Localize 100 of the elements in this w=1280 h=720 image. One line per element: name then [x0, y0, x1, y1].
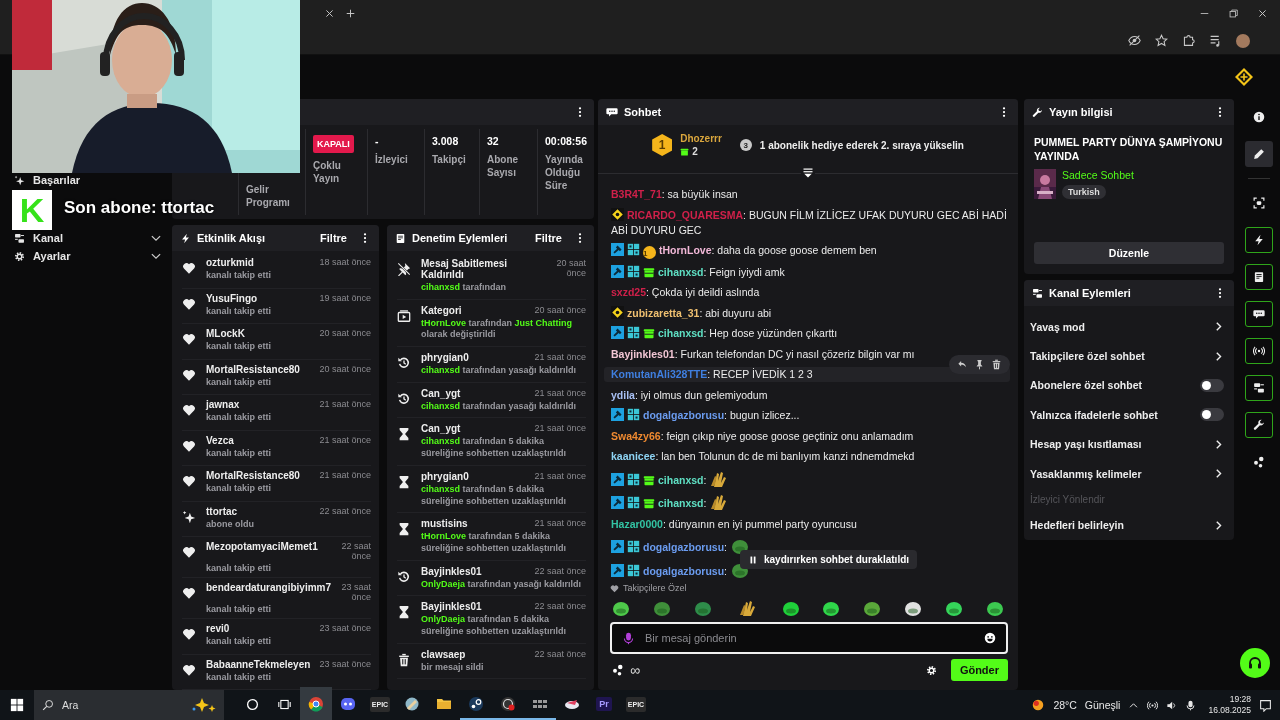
settings-row[interactable]: Hedefleri belirleyin [1030, 510, 1224, 540]
username-link[interactable]: OnlyDaeja [421, 614, 466, 625]
note-button[interactable] [1245, 264, 1273, 290]
taskbar-app[interactable]: Pr [588, 690, 620, 720]
chat-message[interactable]: RICARDO_QUARESMA: BUGUN FİLM İZLİCEZ UFAK DUYURU GEC ABİ HADİ ABİ DUYURU GEC [610, 207, 1008, 238]
collapse-icon[interactable] [801, 167, 815, 179]
username: jawnax [206, 399, 240, 410]
category-link[interactable]: Sadece Sohbet [1062, 169, 1134, 182]
reply-button[interactable] [957, 359, 968, 370]
delete-button[interactable] [991, 359, 1002, 370]
channel-button[interactable] [1245, 375, 1273, 401]
chat-icon [606, 106, 618, 118]
emote-icon[interactable] [612, 599, 630, 617]
chat-message[interactable]: sxzd25: Çokda iyi deildi aslında [610, 285, 761, 300]
username-link[interactable]: cihanxsd [421, 436, 460, 447]
emote-icon[interactable] [781, 599, 800, 617]
filter-button[interactable]: Filtre [529, 232, 568, 244]
username-link[interactable]: tHornLove [421, 317, 466, 328]
restore-icon[interactable] [1228, 8, 1239, 19]
sidebar-item[interactable]: Kanal [14, 229, 162, 247]
message-input[interactable]: Bir mesaj gönderin [643, 631, 976, 645]
chat-message[interactable]: cihanxsd: [610, 493, 732, 511]
emoji-icon[interactable] [984, 632, 996, 644]
close-icon[interactable] [324, 8, 335, 19]
star-icon[interactable] [1155, 34, 1168, 47]
username-link[interactable]: cihanxsd [421, 400, 460, 411]
infinity-icon[interactable]: ∞ [630, 662, 640, 678]
activity-text: kanalı takip etti [206, 341, 273, 351]
chat-message[interactable]: Swa4zy66: feign çıkıp niye goose goose geçtiniz onu anlamadım [610, 428, 915, 444]
chat-message[interactable]: zubizaretta_31: abi duyuru abi [610, 305, 773, 321]
settings-icon[interactable] [925, 664, 937, 676]
emote-icon[interactable] [945, 599, 963, 617]
media-icon[interactable] [1209, 34, 1222, 47]
paused-toast[interactable]: kaydırırken sohbet duraklatıldı [740, 550, 918, 569]
toggle-switch[interactable] [1200, 408, 1224, 422]
sidebar-item[interactable]: Ayarlar [14, 247, 162, 265]
chat-message[interactable]: Hazar0000: dünyaının en iyi pummel party oyuncusu [610, 516, 858, 532]
chat-app-icon [340, 696, 356, 712]
filter-button[interactable]: Filtre [314, 232, 353, 244]
settings-row[interactable]: Yasaklanmış kelimeler [1030, 458, 1224, 489]
username-link[interactable]: OnlyDaeja [421, 578, 466, 589]
puzzle-icon[interactable] [1182, 34, 1195, 47]
eye-slash-icon[interactable] [1128, 34, 1141, 47]
pencil-icon [1253, 148, 1265, 160]
username-link[interactable]: cihanxsd [421, 282, 460, 292]
username-link[interactable]: cihanxsd [421, 365, 460, 376]
message-field[interactable]: Bir mesaj gönderin [610, 622, 1008, 654]
network-icon[interactable] [1147, 699, 1159, 711]
profile-avatar[interactable] [1236, 33, 1250, 48]
toggle-switch[interactable] [1200, 378, 1224, 392]
username-link[interactable]: Just Chatting [514, 317, 572, 328]
settings-row[interactable]: Takipçilere özel sohbet [1030, 341, 1224, 371]
notification-icon[interactable] [1259, 698, 1272, 712]
chat-message[interactable]: cihanxsd: Hep dose yüzünden çıkarttı [610, 326, 839, 341]
emote-icon[interactable] [822, 599, 841, 617]
pin-button[interactable] [974, 359, 985, 370]
broadcast-button[interactable] [1245, 338, 1273, 364]
settings-row[interactable]: Yavaş mod [1030, 312, 1224, 342]
chat-message[interactable]: cihanxsd: Feign iyiydi amk [610, 264, 786, 280]
speaker-icon[interactable] [1166, 699, 1178, 711]
hammer-icon [611, 408, 624, 421]
emote-icon[interactable] [904, 599, 923, 617]
bolt-button[interactable] [1245, 227, 1273, 253]
settings-row[interactable]: Hesap yaşı kısıtlaması [1030, 429, 1224, 459]
emote-icon[interactable] [863, 599, 882, 617]
clock-date: 16.08.2025 [1208, 705, 1251, 716]
stat-label: Yayında Olduğu Süre [545, 153, 584, 192]
chat-button[interactable] [1245, 301, 1273, 327]
edit-button[interactable]: Düzenle [1034, 242, 1224, 264]
stat-label: Gelir Programı [246, 183, 291, 209]
close-icon[interactable] [1257, 8, 1268, 19]
tag[interactable]: Turkish [1062, 185, 1106, 200]
timestamp: 23 saat önce [319, 658, 371, 670]
chat-message[interactable]: cihanxsd: [610, 469, 732, 488]
pencil-button[interactable] [1245, 141, 1273, 167]
plus-icon[interactable] [345, 8, 356, 19]
start-icon[interactable] [10, 698, 24, 712]
username-link[interactable]: cihanxsd [421, 483, 460, 494]
bolt-icon [180, 232, 191, 244]
chat-message[interactable]: dogalgazborusu: bugun izlicez... [610, 408, 801, 423]
heart-icon [182, 296, 196, 311]
taskbar-app[interactable] [300, 687, 332, 720]
chat-message[interactable]: Bayjinkles01: Furkan telefondan DC yi nasıl çözeriz bilgin var mı [610, 346, 916, 362]
emote-icon[interactable] [985, 599, 1004, 617]
wrench-button[interactable] [1245, 412, 1273, 438]
chat-message[interactable]: B3R4T_71: sa büyük insan [610, 187, 739, 202]
chat-message[interactable]: ydila: iyi olmus dun gelemiyodum [610, 387, 769, 403]
sidebar-item[interactable]: Başarılar [14, 171, 162, 189]
channel-icon [1253, 382, 1265, 394]
send-button[interactable]: Gönder [950, 659, 1008, 681]
timestamp: 21 saat önce [534, 387, 586, 399]
dots-icon[interactable] [612, 664, 624, 676]
chat-message[interactable]: kaanicee: lan ben Tolunun dc de mi banlıyım kanzi ndnemdmekd [610, 449, 916, 464]
chat-message[interactable]: dogalgazborusu: [610, 537, 750, 555]
username-link[interactable]: tHornLove [421, 531, 466, 542]
microphone-icon[interactable] [1185, 699, 1197, 711]
support-button[interactable] [1240, 648, 1270, 678]
diamond-logo-icon[interactable] [1234, 67, 1254, 87]
chat-message[interactable]: 1 tHornLove: daha da goose goose demem ben [610, 243, 878, 259]
search-field[interactable]: Ara [34, 690, 224, 720]
